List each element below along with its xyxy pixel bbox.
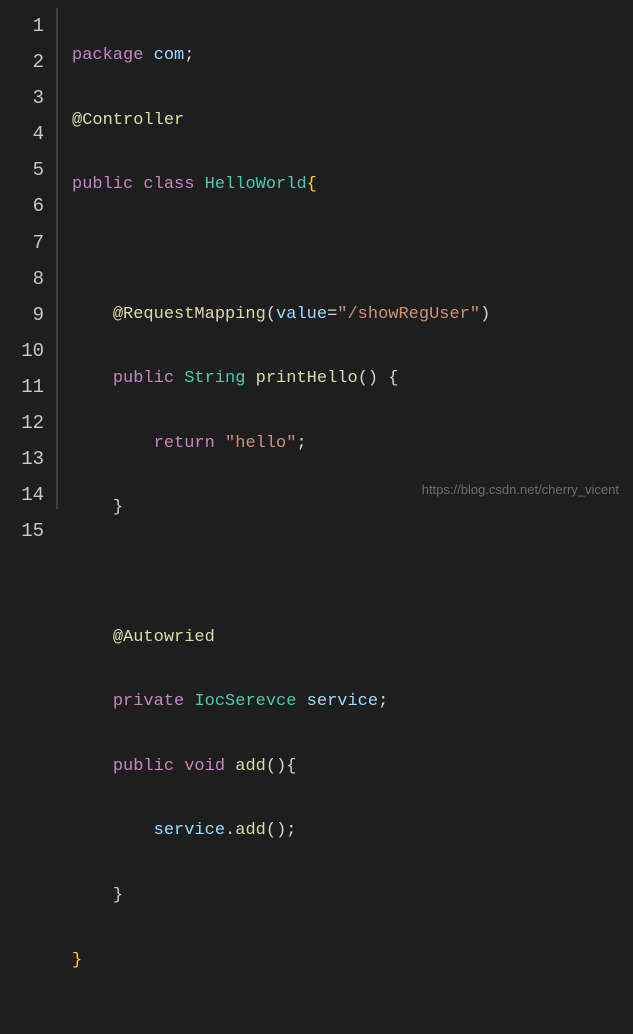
line-number: 12 <box>0 405 44 441</box>
annotation-autowried: Autowried <box>123 628 215 647</box>
brace-open: { <box>307 175 317 194</box>
code-line: service.add(); <box>72 815 490 847</box>
code-editor: 1 2 3 4 5 6 7 8 9 10 11 12 13 14 15 pack… <box>0 0 633 517</box>
string-literal: "/showRegUser" <box>337 305 480 324</box>
keyword-public: public <box>72 175 133 194</box>
line-number: 3 <box>0 80 44 116</box>
paren-open: ( <box>266 821 276 840</box>
line-number: 6 <box>0 188 44 224</box>
code-line: public class HelloWorld{ <box>72 169 490 201</box>
keyword-private: private <box>113 692 184 711</box>
paren-open: ( <box>266 757 276 776</box>
line-number: 4 <box>0 116 44 152</box>
paren-close: ) <box>276 757 286 776</box>
code-line: } <box>72 880 490 912</box>
line-number: 11 <box>0 369 44 405</box>
line-number: 2 <box>0 44 44 80</box>
keyword-public: public <box>113 757 174 776</box>
param-value: value <box>276 305 327 324</box>
method-add: add <box>235 757 266 776</box>
brace-close: } <box>113 498 123 517</box>
paren-open: ( <box>358 369 368 388</box>
line-number: 13 <box>0 441 44 477</box>
field-service: service <box>307 692 378 711</box>
semicolon: ; <box>286 821 296 840</box>
brace-open: { <box>286 757 296 776</box>
code-line: @Autowried <box>72 622 490 654</box>
keyword-public: public <box>113 369 174 388</box>
semicolon: ; <box>296 434 306 453</box>
brace-close: } <box>113 886 123 905</box>
line-number: 5 <box>0 152 44 188</box>
class-name: HelloWorld <box>205 175 307 194</box>
line-number: 9 <box>0 297 44 333</box>
line-gutter: 1 2 3 4 5 6 7 8 9 10 11 12 13 14 15 <box>0 8 58 509</box>
annotation-at: @ <box>113 305 123 324</box>
paren-close: ) <box>276 821 286 840</box>
code-area[interactable]: package com; @Controller public class He… <box>58 8 490 509</box>
code-line: return "hello"; <box>72 428 490 460</box>
line-number: 8 <box>0 261 44 297</box>
line-number: 7 <box>0 225 44 261</box>
code-line: private IocSerevce service; <box>72 686 490 718</box>
annotation-at: @ <box>113 628 123 647</box>
method-printhello: printHello <box>256 369 358 388</box>
string-literal: "hello" <box>225 434 296 453</box>
semicolon: ; <box>184 46 194 65</box>
type-string: String <box>184 369 245 388</box>
brace-open: { <box>388 369 398 388</box>
package-name: com <box>154 46 185 65</box>
keyword-package: package <box>72 46 143 65</box>
method-call-add: add <box>235 821 266 840</box>
keyword-return: return <box>154 434 215 453</box>
ref-service: service <box>154 821 225 840</box>
line-number: 15 <box>0 513 44 549</box>
code-line: package com; <box>72 40 490 72</box>
code-line <box>72 557 490 589</box>
code-line: @RequestMapping(value="/showRegUser") <box>72 299 490 331</box>
line-number: 1 <box>0 8 44 44</box>
brace-close: } <box>72 951 82 970</box>
paren-close: ) <box>368 369 378 388</box>
annotation-requestmapping: RequestMapping <box>123 305 266 324</box>
code-line: } <box>72 945 490 977</box>
keyword-class: class <box>143 175 194 194</box>
line-number: 14 <box>0 477 44 513</box>
code-line: public String printHello() { <box>72 363 490 395</box>
keyword-void: void <box>184 757 225 776</box>
annotation-at: @ <box>72 111 82 130</box>
code-line: public void add(){ <box>72 751 490 783</box>
dot: . <box>225 821 235 840</box>
line-number: 10 <box>0 333 44 369</box>
paren-close: ) <box>480 305 490 324</box>
type-iocserevce: IocSerevce <box>194 692 296 711</box>
code-line <box>72 234 490 266</box>
paren-open: ( <box>266 305 276 324</box>
watermark: https://blog.csdn.net/cherry_vicent <box>422 478 619 503</box>
semicolon: ; <box>378 692 388 711</box>
annotation-controller: Controller <box>82 111 184 130</box>
code-line: @Controller <box>72 105 490 137</box>
equals: = <box>327 305 337 324</box>
